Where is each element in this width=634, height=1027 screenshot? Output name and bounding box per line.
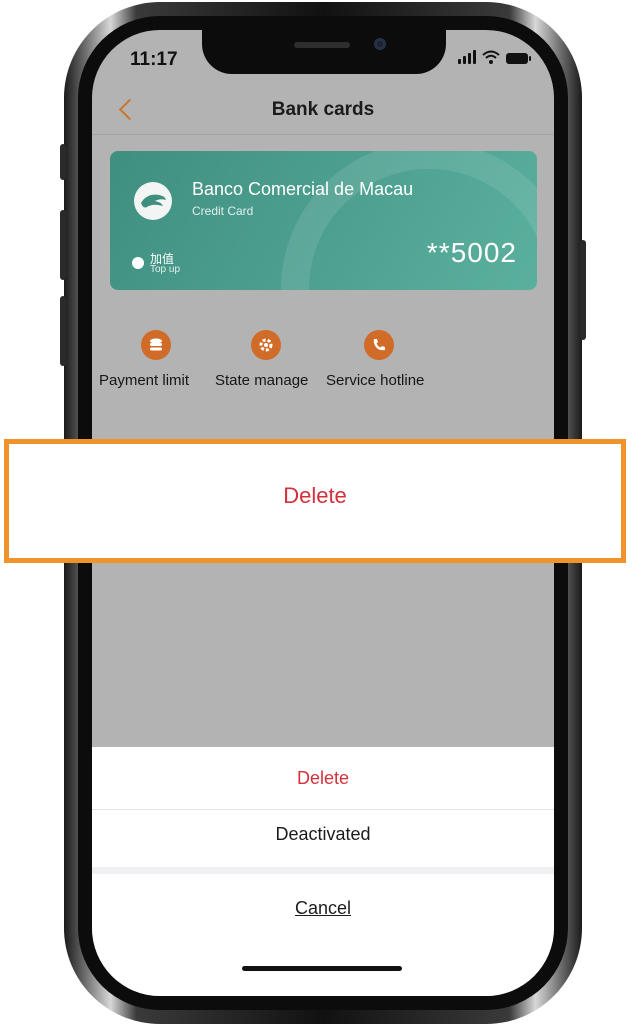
battery-icon	[506, 53, 531, 64]
bank-card[interactable]: Banco Comercial de Macau Credit Card **5…	[110, 151, 537, 290]
bank-name: Banco Comercial de Macau	[192, 179, 414, 199]
signal-icon	[458, 50, 476, 64]
silent-switch	[60, 144, 66, 180]
sheet-separator	[92, 867, 554, 874]
wifi-icon	[482, 50, 500, 64]
callout-delete-label[interactable]: Delete	[9, 483, 621, 509]
action-sheet: Delete Deactivated Cancel	[92, 747, 554, 996]
sheet-divider	[92, 809, 554, 810]
speaker-grille	[294, 42, 350, 48]
service-hotline-label[interactable]: Service hotline	[326, 372, 424, 389]
phone-icon[interactable]	[364, 330, 394, 360]
sheet-deactivated-option[interactable]: Deactivated	[92, 824, 554, 845]
gear-icon[interactable]	[251, 330, 281, 360]
dragon-watermark	[281, 151, 537, 290]
stage: 11:17 Bank cards Banco Comercial de Maca…	[0, 0, 634, 1027]
bank-logo-icon	[134, 182, 172, 220]
power-button	[580, 240, 586, 340]
coins-icon[interactable]	[141, 330, 171, 360]
sheet-cancel-option[interactable]: Cancel	[92, 898, 554, 919]
card-type: Credit Card	[192, 204, 254, 218]
notch	[202, 30, 446, 74]
status-time: 11:17	[130, 49, 178, 70]
topup-label-en[interactable]: Top up	[150, 264, 180, 275]
home-indicator[interactable]	[242, 966, 402, 971]
state-manage-label[interactable]: State manage	[215, 372, 308, 389]
sheet-delete-option[interactable]: Delete	[92, 768, 554, 789]
card-number: **5002	[426, 237, 517, 268]
delete-callout: Delete	[4, 439, 626, 563]
nav-bar: Bank cards	[92, 90, 554, 135]
volume-down-button	[60, 296, 66, 366]
volume-up-button	[60, 210, 66, 280]
front-camera	[374, 38, 386, 50]
payment-limit-label[interactable]: Payment limit	[99, 372, 189, 389]
status-icons	[458, 50, 531, 64]
topup-icon[interactable]	[132, 257, 144, 269]
page-title: Bank cards	[271, 99, 375, 120]
